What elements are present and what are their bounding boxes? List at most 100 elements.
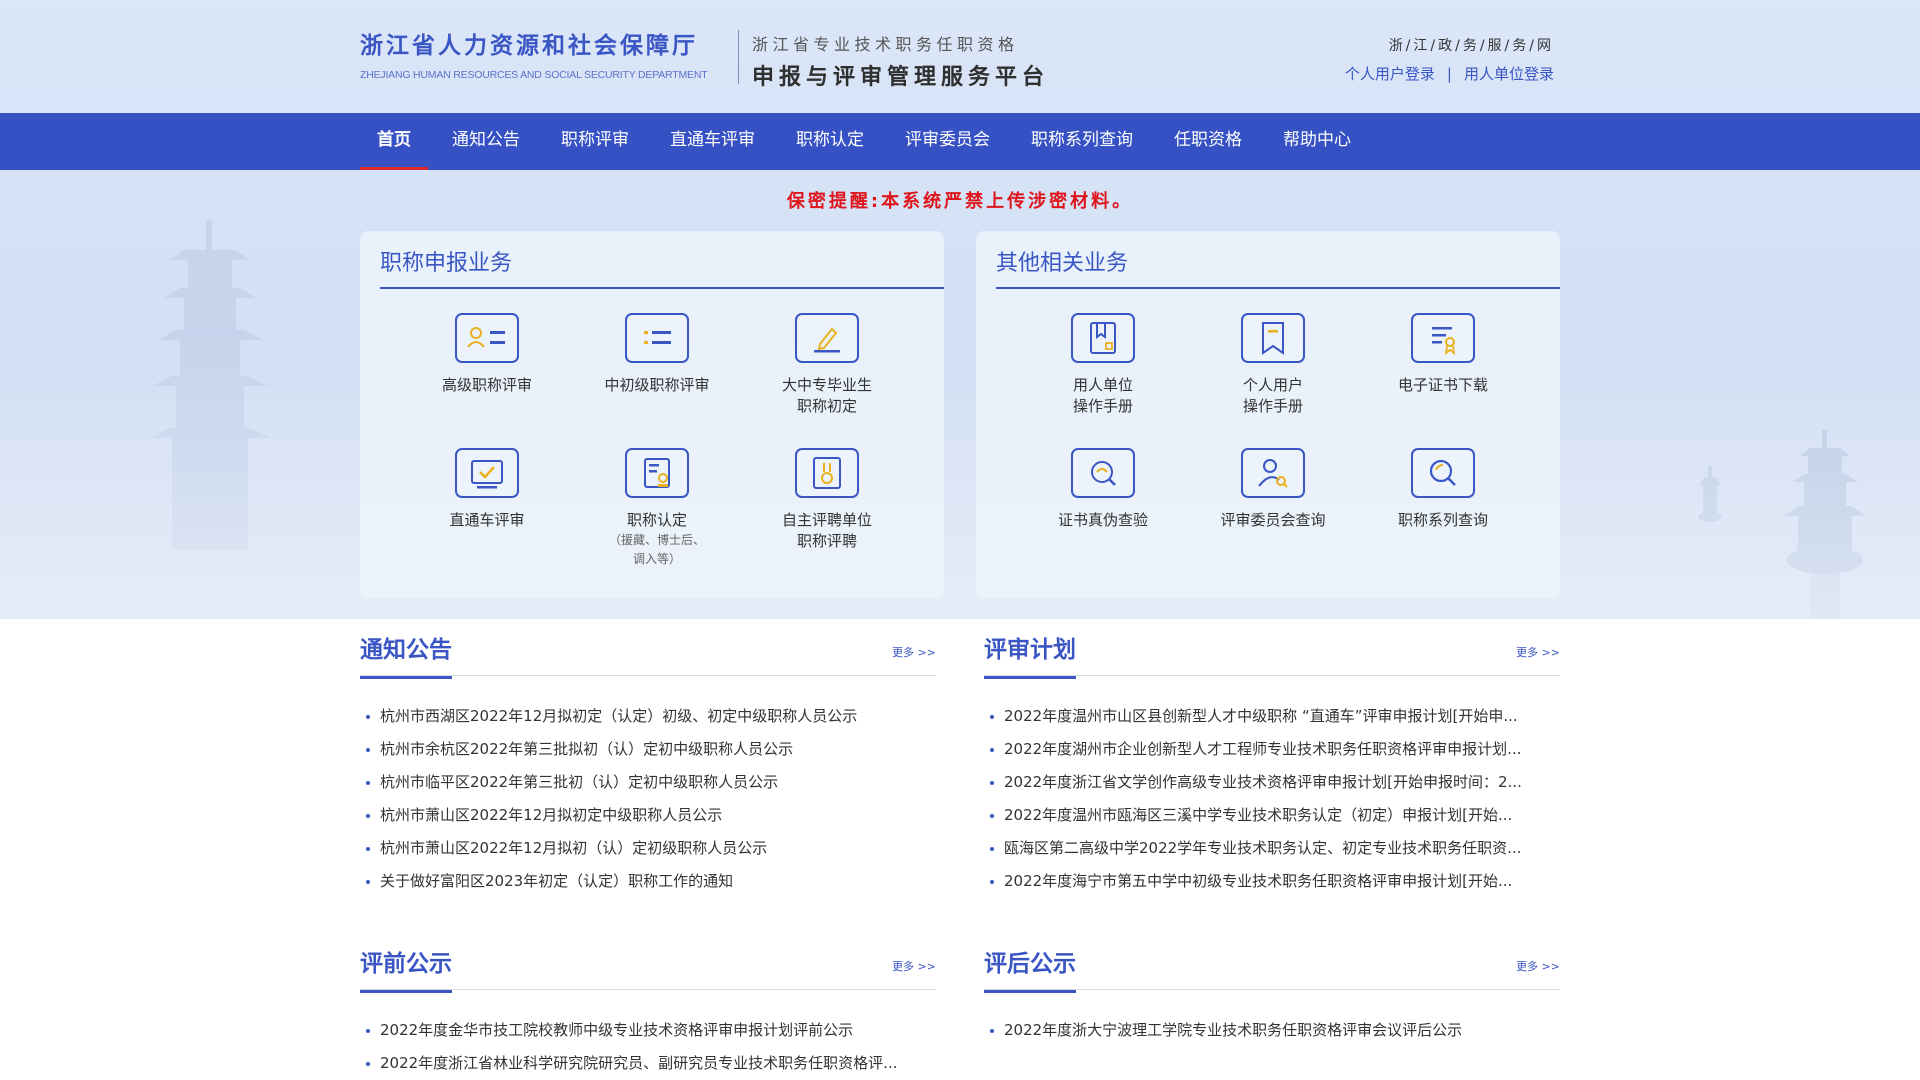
section-title: 通知公告 — [360, 630, 452, 679]
unit-login-link[interactable]: 用人单位登录 — [1464, 65, 1554, 83]
nav-title-recognition[interactable]: 职称认定 — [779, 113, 881, 170]
nav-qualification[interactable]: 任职资格 — [1157, 113, 1259, 170]
login-links: 个人用户登录 | 用人单位登录 — [1345, 63, 1554, 84]
section-title: 评审计划 — [984, 630, 1076, 679]
news-item[interactable]: 关于做好富阳区2023年初定（认定）职称工作的通知 — [360, 865, 936, 898]
service-express-review[interactable]: 直通车评审 — [412, 448, 562, 531]
nav-review-committee[interactable]: 评审委员会 — [888, 113, 1007, 170]
section-header: 评后公示 更多 >> — [984, 932, 1560, 993]
news-item[interactable]: 杭州市西湖区2022年12月拟初定（认定）初级、初定中级职称人员公示 — [360, 700, 936, 733]
user-search-icon — [1241, 448, 1305, 498]
service-label-text: 用人单位 操作手册 — [1072, 376, 1133, 415]
certificate-download-icon — [1411, 313, 1475, 363]
service-unit-manual[interactable]: 用人单位 操作手册 — [1028, 313, 1178, 417]
service-label: 电子证书下载 — [1397, 376, 1488, 394]
service-label: 大中专毕业生 职称初定 — [752, 375, 902, 417]
verify-search-icon — [1071, 448, 1135, 498]
news-item[interactable]: 2022年度浙江省文学创作高级专业技术资格评审申报计划[开始申报时间：2... — [984, 766, 1560, 799]
news-item[interactable]: 杭州市萧山区2022年12月拟初定中级职称人员公示 — [360, 799, 936, 832]
other-services-panel: 其他相关业务 用人单位 操作手册 个人用户 操作手册 电子证书下载 证书真伪查验… — [976, 231, 1560, 599]
manual-book-icon — [1071, 313, 1135, 363]
section-title: 评后公示 — [984, 944, 1076, 993]
nav-notices[interactable]: 通知公告 — [435, 113, 537, 170]
mist-overlay — [0, 330, 1920, 619]
service-note: （援藏、博士后、 调入等） — [608, 533, 705, 566]
service-graduate-initial-title[interactable]: 大中专毕业生 职称初定 — [752, 313, 902, 417]
department-logo[interactable]: 浙江省人力资源和社会保障厅 ZHEJIANG HUMAN RESOURCES A… — [360, 26, 708, 81]
certificate-stamp-icon — [625, 448, 689, 498]
service-label: 自主评聘单位 职称评聘 — [752, 510, 902, 552]
pen-edit-icon — [795, 313, 859, 363]
service-label: 证书真伪查验 — [1057, 511, 1148, 529]
section-header: 通知公告 更多 >> — [360, 618, 936, 679]
news-item[interactable]: 杭州市临平区2022年第三批初（认）定初中级职称人员公示 — [360, 766, 936, 799]
main-nav: 首页 通知公告 职称评审 直通车评审 职称认定 评审委员会 职称系列查询 任职资… — [0, 113, 1920, 170]
title-divider — [738, 30, 739, 84]
service-label: 个人用户 操作手册 — [1198, 375, 1348, 417]
more-link[interactable]: 更多 >> — [1516, 644, 1560, 660]
service-title-series-query[interactable]: 职称系列查询 — [1368, 448, 1518, 531]
title-application-panel: 职称申报业务 高级职称评审 中初级职称评审 大中专毕业生 职称初定 直通车评审 … — [360, 231, 944, 599]
department-name-cn: 浙江省人力资源和社会保障厅 — [360, 32, 698, 59]
panel-title: 职称申报业务 — [380, 245, 944, 289]
service-label: 中初级职称评审 — [604, 376, 710, 394]
news-item[interactable]: 杭州市萧山区2022年12月拟初（认）定初级职称人员公示 — [360, 832, 936, 865]
news-item[interactable]: 2022年度浙大宁波理工学院专业技术职务任职资格评审会议评后公示 — [984, 1014, 1560, 1047]
zhejiang-gov-service-link[interactable]: 浙/江/政/务/服/务/网 — [1389, 35, 1554, 55]
list-icon — [625, 313, 689, 363]
service-label: 职称认定 — [626, 511, 687, 529]
site-header: 浙江省人力资源和社会保障厅 ZHEJIANG HUMAN RESOURCES A… — [0, 0, 1920, 113]
news-item[interactable]: 2022年度金华市技工院校教师中级专业技术资格评审申报计划评前公示 — [360, 1014, 936, 1047]
nav-title-series-query[interactable]: 职称系列查询 — [1014, 113, 1150, 170]
news-list: 杭州市西湖区2022年12月拟初定（认定）初级、初定中级职称人员公示 杭州市余杭… — [360, 700, 936, 898]
panel-title: 其他相关业务 — [996, 245, 1560, 289]
service-label-text: 自主评聘单位 职称评聘 — [781, 511, 872, 550]
more-link[interactable]: 更多 >> — [892, 958, 936, 974]
service-certificate-verification[interactable]: 证书真伪查验 — [1028, 448, 1178, 531]
service-senior-title-review[interactable]: 高级职称评审 — [412, 313, 562, 396]
screen-check-icon — [455, 448, 519, 498]
service-label-text: 个人用户 操作手册 — [1242, 376, 1303, 415]
service-title-recognition[interactable]: 职称认定 （援藏、博士后、 调入等） — [582, 448, 732, 569]
service-label: 职称系列查询 — [1397, 511, 1488, 529]
login-separator: | — [1446, 65, 1452, 83]
service-label: 评审委员会查询 — [1220, 511, 1326, 529]
news-item[interactable]: 2022年度浙江省林业科学研究院研究员、副研究员专业技术职务任职资格评... — [360, 1047, 936, 1080]
news-list: 2022年度金华市技工院校教师中级专业技术资格评审申报计划评前公示 2022年度… — [360, 1014, 936, 1080]
news-item[interactable]: 瓯海区第二高级中学2022学年专业技术职务认定、初定专业技术职务任职资... — [984, 832, 1560, 865]
news-list: 2022年度浙大宁波理工学院专业技术职务任职资格评审会议评后公示 — [984, 1014, 1560, 1047]
review-plans-section: 评审计划 更多 >> 2022年度温州市山区县创新型人才中级职称 “直通车”评审… — [984, 618, 1560, 898]
service-label-text: 大中专毕业生 职称初定 — [781, 376, 872, 415]
more-link[interactable]: 更多 >> — [1516, 958, 1560, 974]
section-header: 评审计划 更多 >> — [984, 618, 1560, 679]
service-committee-query[interactable]: 评审委员会查询 — [1198, 448, 1348, 531]
news-item[interactable]: 2022年度海宁市第五中学中初级专业技术职务任职资格评审申报计划[开始... — [984, 865, 1560, 898]
nav-home[interactable]: 首页 — [360, 113, 428, 170]
notices-section: 通知公告 更多 >> 杭州市西湖区2022年12月拟初定（认定）初级、初定中级职… — [360, 618, 936, 898]
bookmark-icon — [1241, 313, 1305, 363]
section-header: 评前公示 更多 >> — [360, 932, 936, 993]
platform-title: 浙江省专业技术职务任职资格 申报与评审管理服务平台 — [752, 31, 1049, 91]
service-mid-junior-title-review[interactable]: 中初级职称评审 — [582, 313, 732, 396]
news-list: 2022年度温州市山区县创新型人才中级职称 “直通车”评审申报计划[开始申...… — [984, 700, 1560, 898]
news-item[interactable]: 2022年度温州市瓯海区三溪中学专业技术职务认定（初定）申报计划[开始... — [984, 799, 1560, 832]
secrecy-notice: 保密提醒:本系统严禁上传涉密材料。 — [786, 191, 1134, 212]
personal-login-link[interactable]: 个人用户登录 — [1345, 65, 1435, 83]
pre-review-publicity-section: 评前公示 更多 >> 2022年度金华市技工院校教师中级专业技术资格评审申报计划… — [360, 932, 936, 1080]
section-title: 评前公示 — [360, 944, 452, 993]
service-e-certificate-download[interactable]: 电子证书下载 — [1368, 313, 1518, 396]
department-name-en: ZHEJIANG HUMAN RESOURCES AND SOCIAL SECU… — [360, 69, 708, 81]
service-label: 直通车评审 — [449, 511, 525, 529]
service-label: 高级职称评审 — [441, 376, 532, 394]
more-link[interactable]: 更多 >> — [892, 644, 936, 660]
nav-title-review[interactable]: 职称评审 — [544, 113, 646, 170]
platform-subtitle: 浙江省专业技术职务任职资格 — [752, 35, 1019, 54]
service-personal-manual[interactable]: 个人用户 操作手册 — [1198, 313, 1348, 417]
news-item[interactable]: 2022年度温州市山区县创新型人才中级职称 “直通车”评审申报计划[开始申... — [984, 700, 1560, 733]
nav-help-center[interactable]: 帮助中心 — [1266, 113, 1368, 170]
nav-express-review[interactable]: 直通车评审 — [653, 113, 772, 170]
news-item[interactable]: 杭州市余杭区2022年第三批拟初（认）定初中级职称人员公示 — [360, 733, 936, 766]
platform-main-title: 申报与评审管理服务平台 — [752, 64, 1050, 90]
service-independent-evaluation[interactable]: 自主评聘单位 职称评聘 — [752, 448, 902, 552]
news-item[interactable]: 2022年度湖州市企业创新型人才工程师专业技术职务任职资格评审申报计划... — [984, 733, 1560, 766]
